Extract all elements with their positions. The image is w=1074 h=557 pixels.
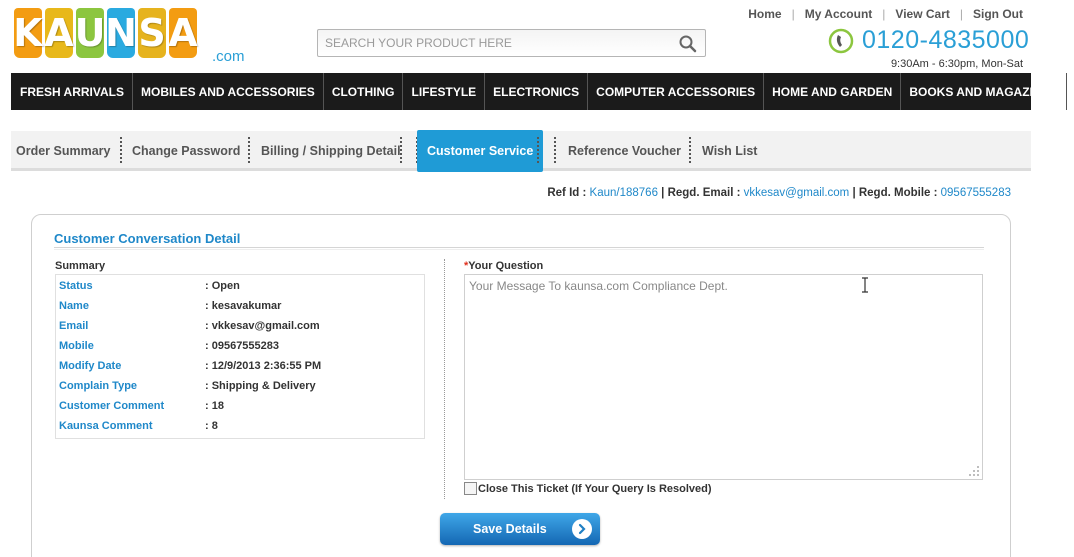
summary-value: : Shipping & Delivery (205, 380, 316, 392)
close-ticket-option[interactable]: Close This Ticket (If Your Query Is Reso… (464, 482, 712, 495)
question-label: *Your Question (464, 260, 543, 272)
save-details-label: Save Details (473, 522, 547, 536)
summary-key: Customer Comment (59, 400, 165, 412)
conversation-panel: Customer Conversation Detail Summary Sta… (31, 214, 1011, 557)
summary-value: : kesavakumar (205, 300, 282, 312)
sign-out-link[interactable]: Sign Out (973, 7, 1023, 21)
tab-separator (537, 137, 539, 163)
main-nav: FRESH ARRIVALS MOBILES AND ACCESSORIES C… (11, 73, 1067, 110)
regd-mobile-label: | Regd. Mobile : (849, 187, 941, 199)
summary-row: Status : Open (59, 276, 240, 296)
summary-row: Email : vkkesav@gmail.com (59, 316, 320, 336)
tab-wish-list[interactable]: Wish List (702, 131, 757, 171)
regd-mobile-value: 09567555283 (940, 187, 1011, 199)
tab-separator (554, 137, 556, 163)
logo-letter: A (168, 8, 198, 58)
title-rule (54, 247, 984, 250)
logo-letter: S (138, 8, 166, 58)
kaunsa-logo[interactable]: K A U N S A .com (13, 8, 245, 66)
tab-separator (120, 137, 122, 163)
logo-dotcom: .com (212, 48, 245, 65)
nav-electronics[interactable]: ELECTRONICS (485, 73, 589, 110)
my-account-link[interactable]: My Account (805, 7, 873, 21)
tab-customer-service[interactable]: Customer Service (417, 130, 544, 172)
summary-row: Kaunsa Comment : 8 (59, 416, 218, 436)
text-cursor-icon (862, 277, 868, 293)
tab-change-password[interactable]: Change Password (132, 131, 240, 171)
tab-order-summary[interactable]: Order Summary (16, 131, 110, 171)
logo-letter: N (105, 8, 137, 58)
link-separator: | (959, 7, 963, 21)
nav-lifestyle[interactable]: LIFESTYLE (403, 73, 486, 110)
summary-key: Kaunsa Comment (59, 420, 153, 432)
column-divider (444, 259, 445, 499)
view-cart-link[interactable]: View Cart (895, 7, 949, 21)
logo-letter: K (13, 8, 43, 58)
summary-key: Name (59, 300, 89, 312)
summary-value: : vkkesav@gmail.com (205, 320, 320, 332)
summary-value: : 12/9/2013 2:36:55 PM (205, 360, 322, 372)
nav-books-and-magazines[interactable]: BOOKS AND MAGAZINES (901, 73, 1067, 110)
close-ticket-label: Close This Ticket (If Your Query Is Reso… (478, 482, 712, 495)
nav-computer-accessories[interactable]: COMPUTER ACCESSORIES (588, 73, 765, 110)
tab-separator (689, 137, 691, 163)
summary-row: Name : kesavakumar (59, 296, 281, 316)
link-separator: | (882, 7, 886, 21)
top-links: Home | My Account | View Cart | Sign Out (748, 7, 1023, 21)
question-label-text: Your Question (468, 260, 544, 272)
summary-heading: Summary (55, 260, 106, 272)
regd-email-value: vkkesav@gmail.com (743, 187, 850, 199)
logo-letter: U (75, 8, 105, 58)
ref-id-label: Ref Id : (547, 187, 590, 199)
summary-key: Modify Date (59, 360, 122, 372)
summary-key: Status (59, 280, 93, 292)
phone-icon (828, 28, 854, 53)
account-tabs: Order Summary Change Password Billing / … (11, 130, 1031, 172)
nav-mobiles-and-accessories[interactable]: MOBILES AND ACCESSORIES (133, 73, 324, 110)
logo-letters: K A U N S A (13, 8, 198, 58)
tab-reference-voucher[interactable]: Reference Voucher (568, 131, 681, 171)
account-reference-line: Ref Id : Kaun/188766 | Regd. Email : vkk… (547, 187, 1011, 199)
tab-separator (400, 137, 402, 163)
tab-separator (248, 137, 250, 163)
summary-table: Status : Open Name : kesavakumar Email : vk… (55, 274, 425, 439)
tab-billing-shipping-detail[interactable]: Billing / Shipping Detail (261, 131, 401, 171)
summary-row: Mobile : 09567555283 (59, 336, 279, 356)
summary-key: Email (59, 320, 89, 332)
summary-key: Mobile (59, 340, 94, 352)
save-details-button[interactable]: Save Details (440, 513, 600, 545)
summary-value: : 8 (205, 420, 218, 432)
summary-row: Modify Date : 12/9/2013 2:36:55 PM (59, 356, 321, 376)
search-icon[interactable] (678, 34, 698, 54)
nav-clothing[interactable]: CLOTHING (324, 73, 404, 110)
summary-value: : Open (205, 280, 240, 292)
support-hours: 9:30Am - 6:30pm, Mon-Sat (890, 58, 1023, 70)
summary-row: Complain Type : Shipping & Delivery (59, 376, 316, 396)
question-textarea[interactable] (464, 274, 983, 480)
home-link[interactable]: Home (748, 7, 781, 21)
panel-title: Customer Conversation Detail (54, 231, 241, 246)
search-bar (317, 29, 706, 57)
arrow-right-icon (572, 519, 592, 539)
search-input[interactable] (318, 30, 668, 56)
summary-value: : 18 (205, 400, 224, 412)
logo-letter: A (44, 8, 74, 58)
ref-id-value: Kaun/188766 (589, 187, 658, 199)
summary-row: Customer Comment : 18 (59, 396, 224, 416)
phone-contact: 0120-4835000 (828, 26, 1029, 55)
summary-key: Complain Type (59, 380, 138, 392)
phone-number: 0120-4835000 (862, 26, 1030, 54)
link-separator: | (791, 7, 795, 21)
summary-value: : 09567555283 (205, 340, 280, 352)
nav-home-and-garden[interactable]: HOME AND GARDEN (764, 73, 902, 110)
nav-fresh-arrivals[interactable]: FRESH ARRIVALS (11, 73, 134, 110)
regd-email-label: | Regd. Email : (657, 187, 744, 199)
resize-grip-icon[interactable] (968, 465, 980, 477)
close-ticket-checkbox[interactable] (464, 482, 477, 495)
